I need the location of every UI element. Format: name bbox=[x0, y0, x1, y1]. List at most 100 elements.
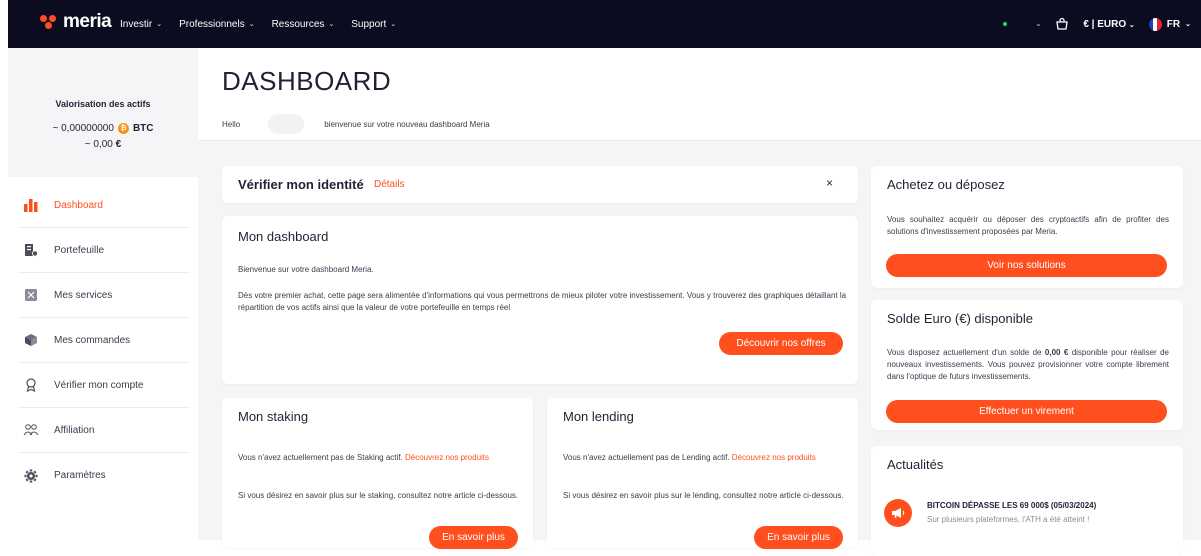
staking-info: Si vous désirez en savoir plus sur le st… bbox=[238, 491, 519, 500]
sidebar-menu: Dashboard Portefeuille Mes services Mes … bbox=[18, 183, 190, 498]
brand-name: meria bbox=[63, 11, 112, 32]
lending-learn-more-button[interactable]: En savoir plus bbox=[754, 526, 843, 549]
close-icon[interactable]: × bbox=[826, 176, 833, 190]
chevron-down-icon: ⌄ bbox=[1185, 21, 1191, 28]
valuation-btc: ~ 0,00000000 ₿ BTC bbox=[8, 123, 198, 134]
user-name-redacted bbox=[268, 114, 305, 134]
sidebar-item-dashboard[interactable]: Dashboard bbox=[18, 183, 190, 228]
language-label: FR bbox=[1166, 18, 1181, 30]
france-flag-icon bbox=[1148, 17, 1162, 31]
nav-investir[interactable]: Investir ⌄ bbox=[120, 19, 162, 30]
buy-title: Achetez ou déposez bbox=[887, 177, 1005, 192]
btc-unit: BTC bbox=[132, 123, 154, 134]
cart-icon[interactable] bbox=[1055, 17, 1069, 31]
btc-amount: ~ 0,00000000 bbox=[52, 123, 114, 134]
nav-professionnels[interactable]: Professionnels ⌄ bbox=[179, 19, 254, 30]
news-summary: Sur plusieurs plateformes, l'ATH a été a… bbox=[927, 515, 1090, 524]
greeting: Hello bienvenue sur votre nouveau dashbo… bbox=[222, 114, 490, 134]
staking-status: Vous n'avez actuellement pas de Staking … bbox=[238, 452, 522, 464]
balance-amount: 0,00 € bbox=[1044, 348, 1069, 357]
news-title: Actualités bbox=[887, 457, 944, 472]
staking-card: Mon staking Vous n'avez actuellement pas… bbox=[222, 398, 533, 549]
eur-amount: ~ 0,00 bbox=[84, 139, 113, 150]
sidebar-item-commandes[interactable]: Mes commandes bbox=[18, 318, 190, 363]
box-icon bbox=[23, 332, 39, 348]
sidebar-item-services[interactable]: Mes services bbox=[18, 273, 190, 318]
sidebar-item-verifier[interactable]: Vérifier mon compte bbox=[18, 363, 190, 408]
sidebar-item-label: Vérifier mon compte bbox=[54, 379, 144, 391]
nav-ressources[interactable]: Ressources ⌄ bbox=[272, 19, 335, 30]
sidebar-item-label: Mes services bbox=[54, 289, 113, 301]
sidebar-item-portefeuille[interactable]: Portefeuille bbox=[18, 228, 190, 273]
meria-logo[interactable]: meria bbox=[40, 11, 112, 33]
lending-card: Mon lending Vous n'avez actuellement pas… bbox=[547, 398, 858, 549]
nav-support[interactable]: Support ⌄ bbox=[351, 19, 396, 30]
users-icon bbox=[23, 422, 39, 438]
page-title: DASHBOARD bbox=[222, 66, 392, 96]
verify-identity-banner: Vérifier mon identité Détails × bbox=[222, 166, 858, 203]
verify-details-link[interactable]: Détails bbox=[374, 179, 405, 190]
buy-deposit-card: Achetez ou déposez Vous souhaitez acquér… bbox=[871, 166, 1183, 288]
balance-title: Solde Euro (€) disponible bbox=[887, 311, 1033, 326]
bar-chart-icon bbox=[23, 197, 39, 213]
bitcoin-icon: ₿ bbox=[117, 123, 129, 134]
dashboard-card-title: Mon dashboard bbox=[238, 229, 329, 244]
greeting-welcome: bienvenue sur votre nouveau dashboard Me… bbox=[324, 119, 490, 129]
chevron-down-icon: ⌄ bbox=[1128, 21, 1135, 29]
sidebar-item-label: Affiliation bbox=[54, 424, 95, 436]
make-transfer-button[interactable]: Effectuer un virement bbox=[886, 400, 1167, 423]
services-icon bbox=[23, 287, 39, 303]
dashboard-card-description: Dès votre premier achat, cette page sera… bbox=[238, 291, 847, 312]
nav-label: Support bbox=[351, 18, 387, 30]
greeting-hello: Hello bbox=[222, 119, 241, 129]
currency-label: € | EURO bbox=[1083, 18, 1127, 30]
chevron-down-icon: ⌄ bbox=[156, 21, 163, 28]
sidebar-item-affiliation[interactable]: Affiliation bbox=[18, 408, 190, 453]
chevron-down-icon: ⌄ bbox=[248, 21, 255, 28]
buy-text: Vous souhaitez acquérir ou déposer des c… bbox=[887, 215, 1169, 236]
valuation-title: Valorisation des actifs bbox=[55, 99, 151, 109]
gear-icon bbox=[23, 468, 39, 484]
main-nav: Investir ⌄ Professionnels ⌄ Ressources ⌄ Su… bbox=[120, 0, 413, 48]
staking-learn-more-button[interactable]: En savoir plus bbox=[429, 526, 518, 549]
balance-text: Vous disposez actuellement d'un solde de… bbox=[887, 347, 1169, 383]
wallet-icon bbox=[23, 242, 39, 258]
page-header: DASHBOARD Hello bienvenue sur votre nouv… bbox=[198, 48, 1201, 141]
nav-label: Investir bbox=[120, 18, 153, 30]
nav-label: Ressources bbox=[271, 18, 325, 30]
sidebar: Valorisation des actifs ~ 0,00000000 ₿ B… bbox=[8, 48, 198, 540]
discover-offers-button[interactable]: Découvrir nos offres bbox=[719, 332, 843, 355]
nav-right: ⌄ € | EURO ⌄ FR ⌄ bbox=[1003, 0, 1191, 48]
staking-products-link[interactable]: Découvrez nos produits bbox=[405, 453, 489, 462]
currency-selector[interactable]: € | EURO ⌄ bbox=[1083, 19, 1134, 30]
chevron-down-icon: ⌄ bbox=[328, 21, 335, 28]
sidebar-item-parametres[interactable]: Paramètres bbox=[18, 453, 190, 498]
verify-title: Vérifier mon identité bbox=[238, 177, 364, 192]
dashboard-card: Mon dashboard Bienvenue sur votre dashbo… bbox=[222, 216, 858, 384]
lending-text: Vous n'avez actuellement pas de Lending … bbox=[563, 453, 730, 462]
megaphone-icon bbox=[884, 499, 912, 527]
chevron-down-icon: ⌄ bbox=[390, 21, 397, 28]
sidebar-item-label: Portefeuille bbox=[54, 244, 105, 256]
top-navbar: meria Investir ⌄ Professionnels ⌄ Ressourc… bbox=[8, 0, 1201, 48]
language-selector[interactable]: FR ⌄ bbox=[1148, 17, 1191, 31]
logo-mark-icon bbox=[40, 15, 58, 29]
eur-unit: € bbox=[115, 139, 122, 150]
staking-text: Vous n'avez actuellement pas de Staking … bbox=[238, 453, 403, 462]
sidebar-item-label: Dashboard bbox=[54, 199, 103, 211]
asset-valuation: Valorisation des actifs ~ 0,00000000 ₿ B… bbox=[8, 48, 198, 177]
lending-products-link[interactable]: Découvrez nos produits bbox=[732, 453, 816, 462]
lending-info: Si vous désirez en savoir plus sur le le… bbox=[563, 491, 844, 500]
online-status-icon bbox=[1003, 22, 1008, 26]
lending-status: Vous n'avez actuellement pas de Lending … bbox=[563, 452, 847, 464]
staking-title: Mon staking bbox=[238, 409, 309, 424]
lending-title: Mon lending bbox=[563, 409, 634, 424]
user-menu[interactable]: ⌄ bbox=[1003, 20, 1041, 28]
chevron-down-icon: ⌄ bbox=[1035, 21, 1042, 28]
badge-icon bbox=[23, 377, 39, 393]
sidebar-item-label: Mes commandes bbox=[54, 334, 131, 346]
news-headline[interactable]: BITCOIN DÉPASSE LES 69 000$ (05/03/2024) bbox=[927, 500, 1177, 512]
balance-text-before: Vous disposez actuellement d'un solde de bbox=[887, 348, 1042, 357]
dashboard-card-intro: Bienvenue sur votre dashboard Meria. bbox=[238, 265, 374, 274]
see-solutions-button[interactable]: Voir nos solutions bbox=[886, 254, 1167, 277]
